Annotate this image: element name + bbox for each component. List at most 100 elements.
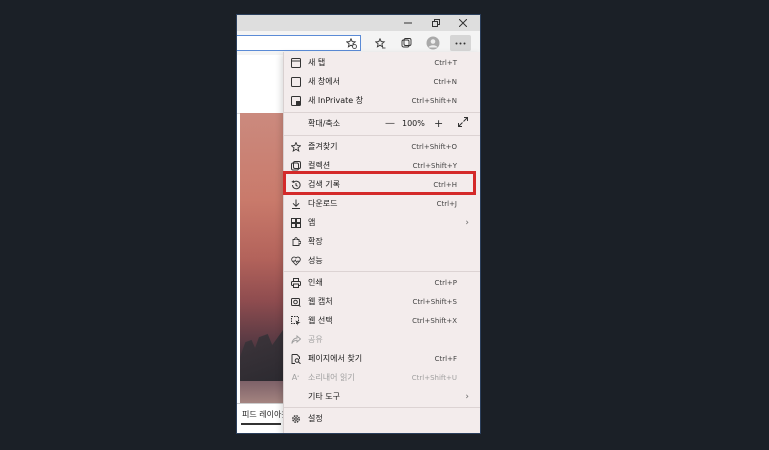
menu-label: 소리내어 읽기 — [308, 373, 355, 382]
close-icon — [459, 19, 467, 27]
menu-divider — [284, 112, 480, 113]
zoom-out-button[interactable]: — — [385, 118, 395, 129]
page-content-top — [237, 55, 283, 114]
restore-icon — [432, 19, 440, 27]
menu-item-print[interactable]: 인쇄 Ctrl+P — [284, 273, 480, 292]
menu-item-apps[interactable]: 앱 › — [284, 213, 480, 232]
menu-shortcut: Ctrl+Shift+Y — [412, 161, 457, 170]
menu-label: 확장 — [308, 237, 323, 246]
menu-item-read-aloud: Aᵃ 소리내어 읽기 Ctrl+Shift+U — [284, 368, 480, 387]
menu-label: 웹 선택 — [308, 316, 333, 325]
menu-label: 새 창에서 — [308, 77, 340, 86]
chevron-right-icon: › — [465, 217, 469, 228]
more-dots-icon — [455, 42, 466, 44]
feed-bar: 피드 레이아웃 — [237, 403, 289, 433]
menu-label: 성능 — [308, 256, 323, 265]
menu-item-collections[interactable]: 컬렉션 Ctrl+Shift+Y — [284, 156, 480, 175]
menu-shortcut: Ctrl+Shift+U — [411, 373, 457, 382]
extensions-icon — [289, 235, 302, 248]
star-add-icon — [345, 37, 357, 49]
menu-label: 기타 도구 — [308, 392, 340, 401]
add-favorite-button[interactable] — [342, 35, 360, 51]
inprivate-icon — [289, 94, 302, 107]
menu-item-settings[interactable]: 설정 — [284, 409, 480, 428]
menu-item-favorites[interactable]: 즐겨찾기 Ctrl+Shift+O — [284, 137, 480, 156]
menu-label: 공유 — [308, 335, 323, 344]
menu-divider — [284, 271, 480, 272]
menu-label: 인쇄 — [308, 278, 323, 287]
web-select-icon — [289, 314, 302, 327]
avatar-icon — [426, 36, 440, 50]
favorites-star-icon — [374, 37, 385, 48]
menu-item-find-on-page[interactable]: 페이지에서 찾기 Ctrl+F — [284, 349, 480, 368]
menu-shortcut: Ctrl+Shift+N — [411, 96, 457, 105]
favorites-button[interactable] — [371, 35, 389, 51]
print-icon — [289, 276, 302, 289]
menu-label: 검색 기록 — [308, 180, 340, 189]
menu-item-web-capture[interactable]: 웹 캡처 Ctrl+Shift+S — [284, 292, 480, 311]
menu-item-web-select[interactable]: 웹 선택 Ctrl+Shift+X — [284, 311, 480, 330]
feed-underline — [241, 423, 281, 425]
menu-shortcut: Ctrl+Shift+S — [412, 297, 457, 306]
menu-label: 확대/축소 — [308, 119, 341, 128]
menu-label: 컬렉션 — [308, 161, 331, 170]
menu-item-new-inprivate[interactable]: 새 InPrivate 창 Ctrl+Shift+N — [284, 91, 480, 110]
web-capture-icon — [289, 295, 302, 308]
share-icon — [289, 333, 302, 346]
menu-item-history[interactable]: 검색 기록 Ctrl+H — [284, 175, 480, 194]
fullscreen-icon — [458, 117, 468, 127]
close-button[interactable] — [450, 15, 476, 31]
menu-item-share: 공유 — [284, 330, 480, 349]
feed-layout-label[interactable]: 피드 레이아웃 — [242, 409, 289, 420]
menu-item-downloads[interactable]: 다운로드 Ctrl+J — [284, 194, 480, 213]
profile-button[interactable] — [424, 35, 442, 51]
menu-label: 다운로드 — [308, 199, 338, 208]
collections-icon — [289, 159, 302, 172]
menu-shortcut: Ctrl+Shift+X — [412, 316, 457, 325]
collections-button[interactable] — [397, 35, 415, 51]
settings-icon — [289, 412, 302, 425]
apps-icon — [289, 216, 302, 229]
collections-toolbar-icon — [401, 37, 411, 47]
download-icon — [289, 197, 302, 210]
menu-shortcut: Ctrl+T — [434, 58, 457, 67]
menu-shortcut: Ctrl+P — [434, 278, 457, 287]
fullscreen-button[interactable] — [458, 117, 468, 130]
menu-label: 설정 — [308, 414, 323, 423]
settings-menu: 새 탭 Ctrl+T 새 창에서 Ctrl+N 새 InPrivate 창 Ct… — [283, 52, 480, 433]
menu-shortcut: Ctrl+Shift+O — [411, 142, 457, 151]
read-aloud-icon: Aᵃ — [291, 373, 300, 382]
browser-window: 피드 레이아웃 새 탭 Ctrl+T 새 창에서 Ctrl+N 새 InPriv… — [237, 15, 480, 433]
menu-item-zoom: 확대/축소 — 100% + — [284, 114, 480, 133]
lake-shape — [240, 381, 283, 403]
menu-divider — [284, 407, 480, 408]
favorites-icon — [289, 140, 302, 153]
chevron-right-icon: › — [465, 391, 469, 402]
find-icon — [289, 352, 302, 365]
new-window-icon — [289, 75, 302, 88]
settings-more-button[interactable] — [450, 35, 471, 51]
menu-label: 새 탭 — [308, 58, 326, 67]
menu-label: 새 InPrivate 창 — [308, 96, 364, 105]
menu-shortcut: Ctrl+H — [433, 180, 457, 189]
menu-shortcut: Ctrl+N — [433, 77, 457, 86]
menu-shortcut: Ctrl+J — [436, 199, 457, 208]
menu-item-more-tools[interactable]: 기타 도구 › — [284, 387, 480, 406]
menu-label: 페이지에서 찾기 — [308, 354, 363, 363]
restore-button[interactable] — [423, 15, 449, 31]
title-bar — [237, 15, 480, 31]
history-icon — [289, 178, 302, 191]
background-image — [240, 113, 283, 403]
menu-divider — [284, 135, 480, 136]
minimize-button[interactable] — [395, 15, 421, 31]
menu-label: 웹 캡처 — [308, 297, 333, 306]
menu-label: 즐겨찾기 — [308, 142, 338, 151]
menu-item-extensions[interactable]: 확장 — [284, 232, 480, 251]
menu-item-performance[interactable]: 성능 — [284, 251, 480, 270]
mountain-shape — [240, 324, 283, 381]
zoom-in-button[interactable]: + — [434, 117, 443, 130]
zoom-level: 100% — [402, 119, 425, 128]
menu-item-new-window[interactable]: 새 창에서 Ctrl+N — [284, 72, 480, 91]
menu-item-new-tab[interactable]: 새 탭 Ctrl+T — [284, 53, 480, 72]
performance-icon — [289, 254, 302, 267]
